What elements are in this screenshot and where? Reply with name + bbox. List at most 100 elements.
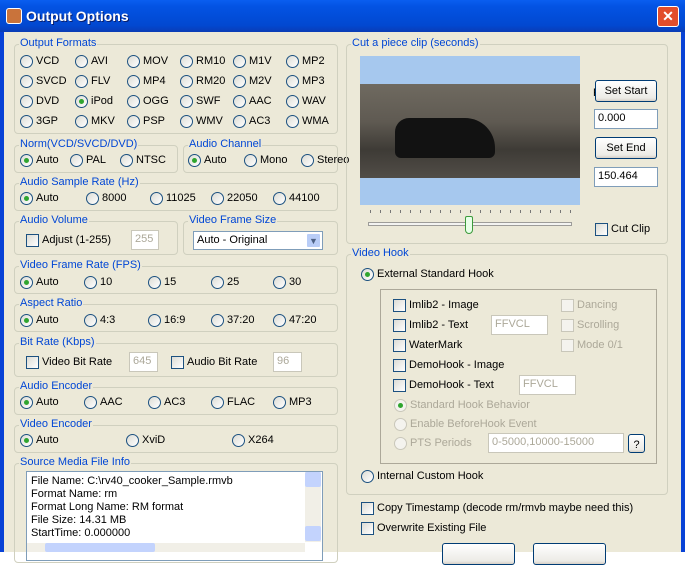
frame-size-select[interactable]: Auto - Original [193, 231, 323, 250]
internal-hook-radio-label: Internal Custom Hook [377, 470, 484, 482]
standard-behavior-radio[interactable]: Standard Hook Behavior [394, 398, 530, 412]
set-start-button[interactable]: Set Start [595, 80, 657, 102]
help-button[interactable]: ? [628, 434, 645, 453]
set-end-button[interactable]: Set End [595, 137, 657, 159]
scroll-thumb[interactable] [45, 543, 155, 552]
ok-button[interactable] [442, 543, 515, 565]
radio-icon [84, 395, 97, 409]
imlib-text-input[interactable]: FFVCL [491, 315, 548, 335]
audio-bit-rate-checkbox[interactable]: Audio Bit Rate [171, 355, 257, 369]
audio-sample-rate-group-label: Audio Sample Rate (Hz) [19, 176, 140, 188]
before-hook-radio[interactable]: Enable BeforeHook Event [394, 417, 537, 431]
demo-image-checkbox[interactable]: DemoHook - Image [393, 358, 504, 372]
format-mov[interactable]: MOV [127, 54, 168, 68]
format-mkv[interactable]: MKV [75, 114, 115, 128]
aspect-43[interactable]: 4:3 [84, 313, 115, 327]
scroll-up-icon[interactable] [305, 472, 321, 487]
format-swf[interactable]: SWF [180, 94, 220, 108]
radio-icon [180, 74, 193, 88]
mode-checkbox[interactable]: Mode 0/1 [561, 338, 623, 352]
video-bit-rate-input[interactable]: 645 [129, 352, 158, 372]
scroll-down-icon[interactable] [305, 526, 321, 541]
format-aac[interactable]: AAC [233, 94, 272, 108]
fps-auto[interactable]: Auto [20, 275, 59, 289]
format-mp2[interactable]: MP2 [286, 54, 325, 68]
format-ogg[interactable]: OGG [127, 94, 169, 108]
sample-rate-11025[interactable]: 11025 [150, 191, 196, 205]
demo-text-checkbox[interactable]: DemoHook - Text [393, 378, 494, 392]
audio-enc-auto[interactable]: Auto [20, 395, 59, 409]
sample-rate-22050[interactable]: 22050 [211, 191, 258, 205]
cancel-button[interactable] [533, 543, 606, 565]
adjust-volume-checkbox[interactable]: Adjust (1-255) [26, 233, 111, 247]
volume-input[interactable]: 255 [131, 230, 159, 250]
format-rm10[interactable]: RM10 [180, 54, 225, 68]
format-ac3[interactable]: AC3 [233, 114, 270, 128]
sample-rate-8000[interactable]: 8000 [86, 191, 126, 205]
aspect-auto[interactable]: Auto [20, 313, 59, 327]
format-avi[interactable]: AVI [75, 54, 108, 68]
video-bit-rate-checkbox[interactable]: Video Bit Rate [26, 355, 112, 369]
format-m1v[interactable]: M1V [233, 54, 272, 68]
demo-text-input[interactable]: FFVCL [519, 375, 576, 395]
format-wma[interactable]: WMA [286, 114, 329, 128]
imlib-image-checkbox[interactable]: Imlib2 - Image [393, 298, 479, 312]
format-mp3[interactable]: MP3 [286, 74, 325, 88]
fps-25[interactable]: 25 [211, 275, 239, 289]
chevron-down-icon[interactable]: ▼ [306, 233, 321, 248]
internal-hook-radio[interactable]: Internal Custom Hook [361, 469, 483, 483]
cut-clip-checkbox[interactable]: Cut Clip [595, 222, 650, 236]
dancing-checkbox[interactable]: Dancing [561, 298, 617, 312]
close-button[interactable]: ✕ [657, 6, 679, 27]
audio-enc-ac3-label: AC3 [164, 396, 186, 408]
scrolling-checkbox[interactable]: Scrolling [561, 318, 619, 332]
audio-enc-aac[interactable]: AAC [84, 395, 123, 409]
video-enc-auto[interactable]: Auto [20, 433, 59, 447]
format-wav[interactable]: WAV [286, 94, 326, 108]
audio-enc-mp3[interactable]: MP3 [273, 395, 312, 409]
watermark-checkbox[interactable]: WaterMark [393, 338, 462, 352]
norm-ntsc[interactable]: NTSC [120, 153, 166, 167]
audio-bit-rate-input[interactable]: 96 [273, 352, 302, 372]
format-mp4[interactable]: MP4 [127, 74, 166, 88]
format-m2v[interactable]: M2V [233, 74, 272, 88]
clip-slider-thumb[interactable] [465, 216, 473, 234]
audio-enc-flac[interactable]: FLAC [211, 395, 255, 409]
pts-periods-input[interactable]: 0-5000,10000-15000 [488, 433, 624, 453]
format-svcd[interactable]: SVCD [20, 74, 67, 88]
imlib-text-checkbox[interactable]: Imlib2 - Text [393, 318, 468, 332]
norm-auto[interactable]: Auto [20, 153, 59, 167]
copy-timestamp-checkbox[interactable]: Copy Timestamp (decode rm/rmvb maybe nee… [361, 501, 633, 515]
format-vcd[interactable]: VCD [20, 54, 59, 68]
aspect-3720[interactable]: 37:20 [211, 313, 255, 327]
format-dvd[interactable]: DVD [20, 94, 59, 108]
external-hook-radio[interactable]: External Standard Hook [361, 267, 494, 281]
format-wmv[interactable]: WMV [180, 114, 223, 128]
info-line: Format Name: rm [31, 488, 118, 500]
aspect-169[interactable]: 16:9 [148, 313, 185, 327]
audio-enc-ac3[interactable]: AC3 [148, 395, 185, 409]
pts-periods-radio[interactable]: PTS Periods [394, 436, 472, 450]
radio-icon [301, 153, 314, 167]
sample-rate-44100[interactable]: 44100 [273, 191, 320, 205]
format-flv[interactable]: FLV [75, 74, 110, 88]
fps-30[interactable]: 30 [273, 275, 301, 289]
start-input[interactable]: 0.000 [594, 109, 658, 129]
aspect-4720[interactable]: 47:20 [273, 313, 317, 327]
video-enc-x264[interactable]: X264 [232, 433, 274, 447]
channel-stereo[interactable]: Stereo [301, 153, 349, 167]
norm-pal[interactable]: PAL [70, 153, 106, 167]
slider-tick [370, 210, 371, 213]
format-3gp[interactable]: 3GP [20, 114, 58, 128]
fps-15[interactable]: 15 [148, 275, 176, 289]
channel-auto[interactable]: Auto [188, 153, 227, 167]
format-ipod[interactable]: iPod [75, 94, 113, 108]
channel-mono[interactable]: Mono [244, 153, 288, 167]
end-input[interactable]: 150.464 [594, 167, 658, 187]
format-psp[interactable]: PSP [127, 114, 165, 128]
format-rm20[interactable]: RM20 [180, 74, 225, 88]
sample-rate-auto[interactable]: Auto [20, 191, 59, 205]
fps-10[interactable]: 10 [84, 275, 112, 289]
video-enc-xvid[interactable]: XviD [126, 433, 165, 447]
overwrite-checkbox[interactable]: Overwrite Existing File [361, 521, 486, 535]
